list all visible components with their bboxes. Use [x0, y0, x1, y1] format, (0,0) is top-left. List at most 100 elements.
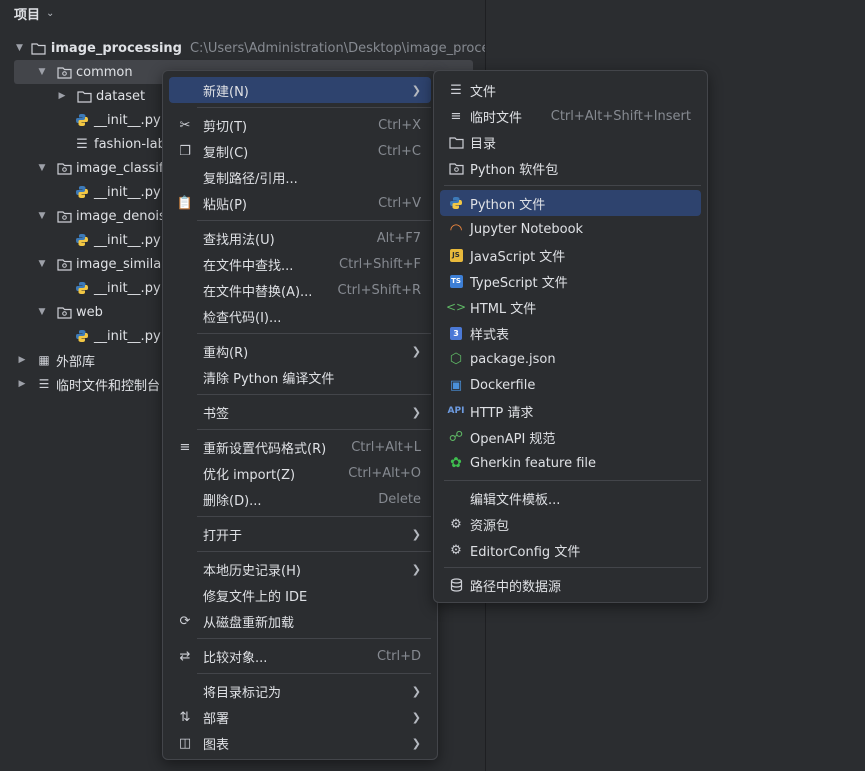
gear-icon: ⚙ — [450, 542, 462, 558]
menu-label: 删除(D)... — [203, 493, 262, 509]
tree-row-root[interactable]: ▼ image_processing C:\Users\Administrati… — [0, 36, 485, 60]
menu-item-compare[interactable]: ⇄ 比较对象... Ctrl+D — [169, 643, 431, 669]
menu-label: 从磁盘重新加载 — [203, 615, 295, 631]
menu-item-reload[interactable]: ⟳ 从磁盘重新加载 — [169, 608, 431, 634]
menu-label: HTTP 请求 — [470, 405, 534, 421]
menu-item-new-gherkin[interactable]: ✿ Gherkin feature file — [440, 450, 701, 476]
folder-icon — [448, 134, 464, 150]
menu-item-new-dockerfile[interactable]: ▣ Dockerfile — [440, 372, 701, 398]
separator — [444, 480, 701, 481]
python-file-icon — [74, 184, 90, 200]
menu-item-mark-dir[interactable]: 将目录标记为 ❯ — [169, 678, 431, 704]
tree-label: web — [76, 304, 103, 320]
menu-item-new-file[interactable]: ☰ 文件 — [440, 77, 701, 103]
chevron-down-icon[interactable]: ▼ — [16, 43, 23, 53]
menu-item-refactor[interactable]: 重构(R) ❯ — [169, 338, 431, 364]
menu-item-cut[interactable]: ✂ 剪切(T) Ctrl+X — [169, 112, 431, 138]
menu-item-datasource[interactable]: 路径中的数据源 — [440, 572, 701, 598]
chevron-down-icon[interactable]: ▼ — [36, 211, 48, 221]
menu-label: TypeScript 文件 — [470, 275, 568, 291]
menu-item-editorconfig[interactable]: ⚙ EditorConfig 文件 — [440, 537, 701, 563]
library-icon: ▦ — [38, 353, 50, 367]
chevron-down-icon[interactable]: ▼ — [36, 307, 48, 317]
menu-item-new-http[interactable]: API HTTP 请求 — [440, 398, 701, 424]
separator — [197, 551, 431, 552]
menu-item-diagrams[interactable]: ◫ 图表 ❯ — [169, 730, 431, 756]
scratches-icon: ☰ — [38, 377, 50, 391]
menu-item-resource-bundle[interactable]: ⚙ 资源包 — [440, 511, 701, 537]
menu-label: 重新设置代码格式(R) — [203, 441, 327, 457]
menu-item-new-directory[interactable]: 目录 — [440, 129, 701, 155]
menu-item-find-in-files[interactable]: 在文件中查找... Ctrl+Shift+F — [169, 251, 431, 277]
menu-item-edit-templates[interactable]: 编辑文件模板... — [440, 485, 701, 511]
menu-item-optimize-imports[interactable]: 优化 import(Z) Ctrl+Alt+O — [169, 460, 431, 486]
menu-item-new-openapi[interactable]: ☍ OpenAPI 规范 — [440, 424, 701, 450]
chevron-right-icon[interactable]: ▶ — [56, 91, 68, 101]
menu-label: 临时文件 — [470, 110, 523, 126]
html-file-icon: <> — [445, 300, 467, 314]
menu-label: 编辑文件模板... — [470, 492, 561, 508]
css-file-icon: 3 — [448, 325, 464, 341]
panel-header[interactable]: 项目 ⌄ — [0, 0, 485, 26]
menu-item-new-python-package[interactable]: Python 软件包 — [440, 155, 701, 181]
package-folder-icon — [56, 64, 72, 80]
menu-label: 本地历史记录(H) — [203, 563, 301, 579]
menu-item-reformat[interactable]: ≡ 重新设置代码格式(R) Ctrl+Alt+L — [169, 434, 431, 460]
separator — [197, 638, 431, 639]
menu-label: Gherkin feature file — [470, 455, 597, 471]
menu-label: 在文件中替换(A)... — [203, 284, 313, 300]
gear-icon: ⚙ — [450, 516, 462, 532]
chevron-down-icon[interactable]: ▼ — [36, 163, 48, 173]
menu-label: 复制(C) — [203, 145, 249, 161]
menu-item-new[interactable]: 新建(N) ❯ — [169, 77, 431, 103]
menu-item-bookmarks[interactable]: 书签 ❯ — [169, 399, 431, 425]
menu-label: Python 文件 — [470, 197, 546, 213]
panel-title: 项目 — [14, 7, 41, 23]
menu-label: JavaScript 文件 — [470, 249, 566, 265]
menu-label: 将目录标记为 — [203, 685, 282, 701]
menu-item-find-usages[interactable]: 查找用法(U) Alt+F7 — [169, 225, 431, 251]
reformat-icon: ≡ — [179, 439, 191, 455]
menu-item-open-in[interactable]: 打开于 ❯ — [169, 521, 431, 547]
package-folder-icon — [56, 208, 72, 224]
menu-item-paste[interactable]: 📋 粘贴(P) Ctrl+V — [169, 190, 431, 216]
menu-item-copy-path[interactable]: 复制路径/引用... — [169, 164, 431, 190]
chevron-down-icon[interactable]: ⌄ — [46, 8, 54, 19]
menu-item-replace-in-files[interactable]: 在文件中替换(A)... Ctrl+Shift+R — [169, 277, 431, 303]
menu-item-deploy[interactable]: ⇅ 部署 ❯ — [169, 704, 431, 730]
menu-item-new-javascript[interactable]: JS JavaScript 文件 — [440, 242, 701, 268]
menu-item-new-stylesheet[interactable]: 3 样式表 — [440, 320, 701, 346]
menu-item-copy[interactable]: ❐ 复制(C) Ctrl+C — [169, 138, 431, 164]
chevron-right-icon: ❯ — [411, 83, 421, 97]
menu-item-inspect[interactable]: 检查代码(I)... — [169, 303, 431, 329]
menu-item-new-html[interactable]: <> HTML 文件 — [440, 294, 701, 320]
menu-item-new-jupyter[interactable]: ◠ Jupyter Notebook — [440, 216, 701, 242]
chevron-right-icon: ❯ — [411, 684, 421, 698]
menu-label: Dockerfile — [470, 377, 536, 393]
chevron-down-icon[interactable]: ▼ — [36, 259, 48, 269]
python-file-icon — [448, 195, 464, 211]
menu-label: 书签 — [203, 406, 230, 422]
menu-item-local-history[interactable]: 本地历史记录(H) ❯ — [169, 556, 431, 582]
menu-label: 修复文件上的 IDE — [203, 589, 308, 605]
tree-label: dataset — [96, 88, 146, 104]
tree-label: __init__.py — [94, 280, 161, 296]
menu-item-new-package-json[interactable]: ⬡ package.json — [440, 346, 701, 372]
menu-item-new-python-file[interactable]: Python 文件 — [440, 190, 701, 216]
deploy-icon: ⇅ — [179, 709, 191, 725]
menu-item-repair-ide[interactable]: 修复文件上的 IDE — [169, 582, 431, 608]
separator — [197, 107, 431, 108]
menu-item-delete[interactable]: 删除(D)... Delete — [169, 486, 431, 512]
menu-item-new-typescript[interactable]: TS TypeScript 文件 — [440, 268, 701, 294]
separator — [197, 394, 431, 395]
chevron-right-icon[interactable]: ▶ — [16, 355, 28, 365]
menu-item-new-scratch[interactable]: ≡ 临时文件 Ctrl+Alt+Shift+Insert — [440, 103, 701, 129]
menu-label: 比较对象... — [203, 650, 268, 666]
chevron-down-icon[interactable]: ▼ — [36, 67, 48, 77]
menu-item-clean-python[interactable]: 清除 Python 编译文件 — [169, 364, 431, 390]
package-folder-icon — [448, 160, 464, 176]
menu-label: 打开于 — [203, 528, 243, 544]
separator — [197, 429, 431, 430]
chevron-right-icon[interactable]: ▶ — [16, 379, 28, 389]
separator — [197, 220, 431, 221]
